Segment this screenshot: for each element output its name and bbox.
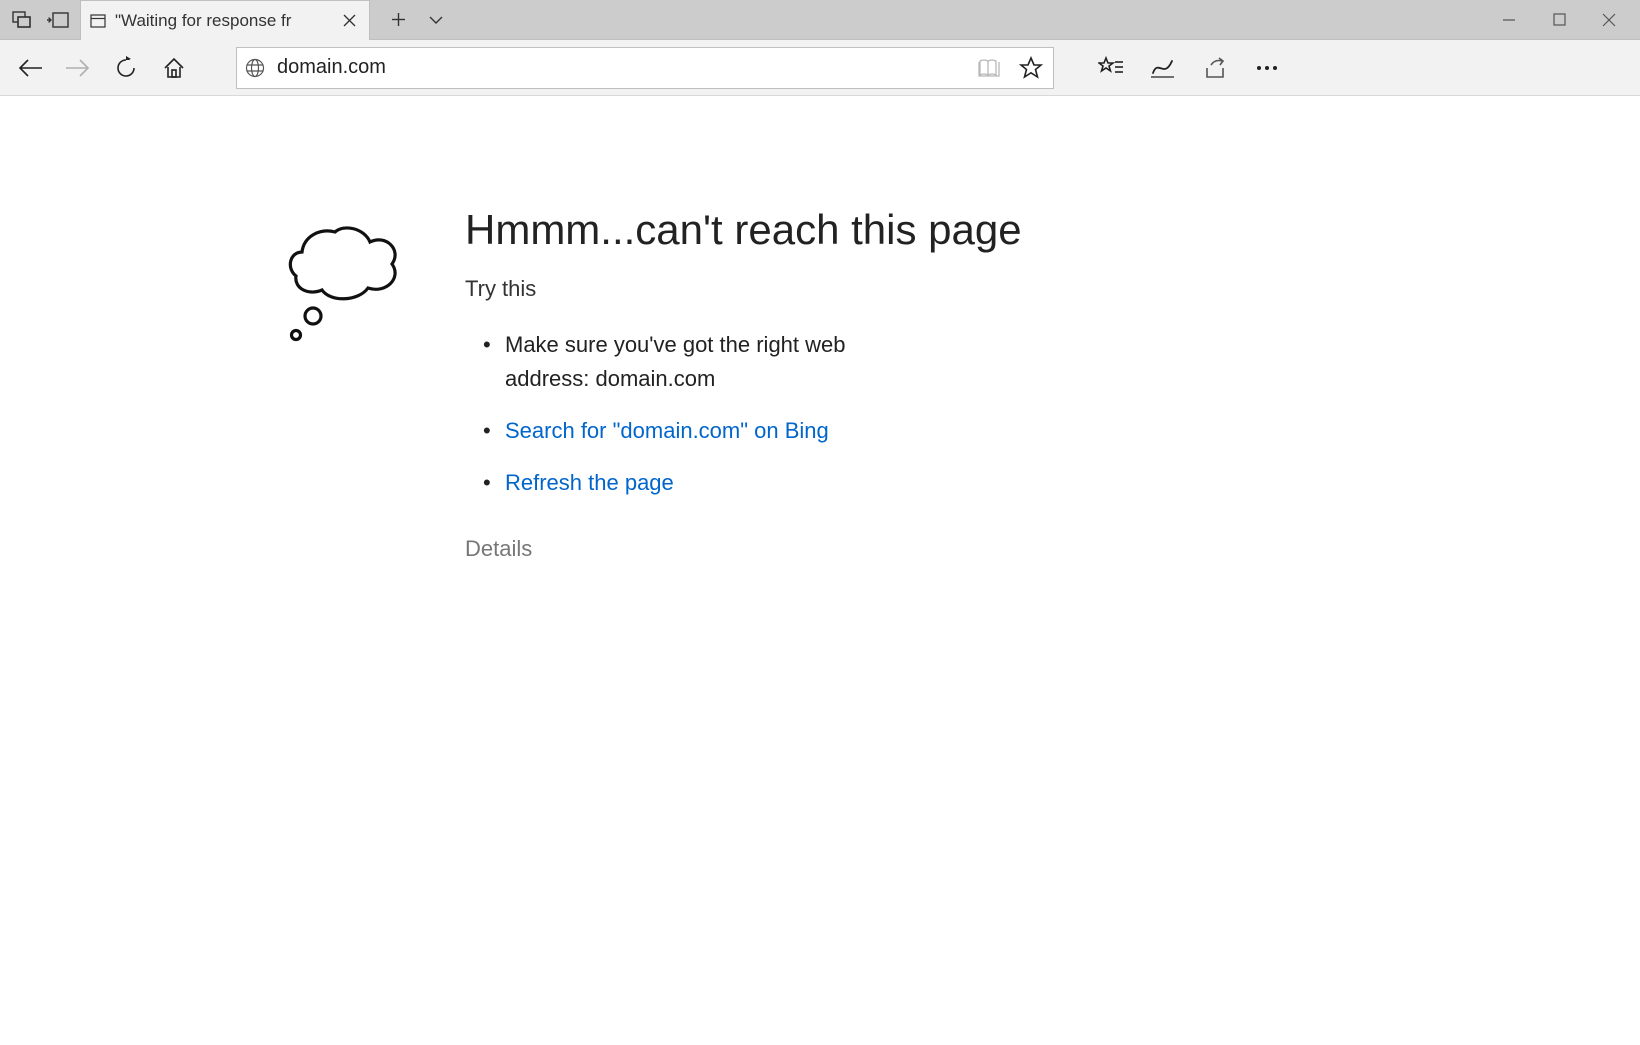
forward-button[interactable]	[56, 46, 100, 90]
titlebar: "Waiting for response fr	[0, 0, 1640, 40]
search-bing-link[interactable]: Search for "domain.com" on Bing	[505, 418, 829, 443]
tab-activity-icon[interactable]	[10, 8, 34, 32]
favorites-hub-icon[interactable]	[1086, 46, 1136, 90]
new-tab-button[interactable]	[384, 6, 412, 34]
try-list: Make sure you've got the right web addre…	[465, 328, 1022, 500]
toolbar-right	[1086, 46, 1292, 90]
refresh-page-link[interactable]: Refresh the page	[505, 470, 674, 495]
close-tab-button[interactable]	[337, 9, 361, 33]
minimize-button[interactable]	[1484, 0, 1534, 40]
reading-view-icon[interactable]	[973, 52, 1005, 84]
globe-icon	[243, 56, 267, 80]
try-item-check-address: Make sure you've got the right web addre…	[483, 328, 903, 396]
error-title: Hmmm...can't reach this page	[465, 206, 1022, 254]
details-toggle[interactable]: Details	[465, 536, 1022, 562]
close-window-button[interactable]	[1584, 0, 1634, 40]
try-item-search-bing: Search for "domain.com" on Bing	[483, 414, 903, 448]
error-page: Hmmm...can't reach this page Try this Ma…	[280, 206, 1022, 562]
tab-tools	[0, 0, 80, 39]
refresh-button[interactable]	[104, 46, 148, 90]
home-button[interactable]	[152, 46, 196, 90]
share-icon[interactable]	[1190, 46, 1240, 90]
tab-actions	[370, 0, 450, 39]
tab-title: "Waiting for response fr	[115, 11, 329, 31]
try-this-label: Try this	[465, 276, 1022, 302]
back-button[interactable]	[8, 46, 52, 90]
url-input[interactable]	[277, 56, 973, 79]
window-controls	[1484, 0, 1640, 39]
toolbar	[0, 40, 1640, 96]
set-aside-tabs-icon[interactable]	[46, 8, 70, 32]
notes-icon[interactable]	[1138, 46, 1188, 90]
favorite-star-icon[interactable]	[1015, 52, 1047, 84]
address-bar[interactable]	[236, 47, 1054, 89]
try-item-refresh: Refresh the page	[483, 466, 903, 500]
more-menu-icon[interactable]	[1242, 46, 1292, 90]
tab-dropdown-button[interactable]	[422, 6, 450, 34]
maximize-button[interactable]	[1534, 0, 1584, 40]
browser-tab[interactable]: "Waiting for response fr	[80, 0, 370, 40]
thought-cloud-icon	[280, 206, 425, 345]
page-favicon-icon	[89, 12, 107, 30]
